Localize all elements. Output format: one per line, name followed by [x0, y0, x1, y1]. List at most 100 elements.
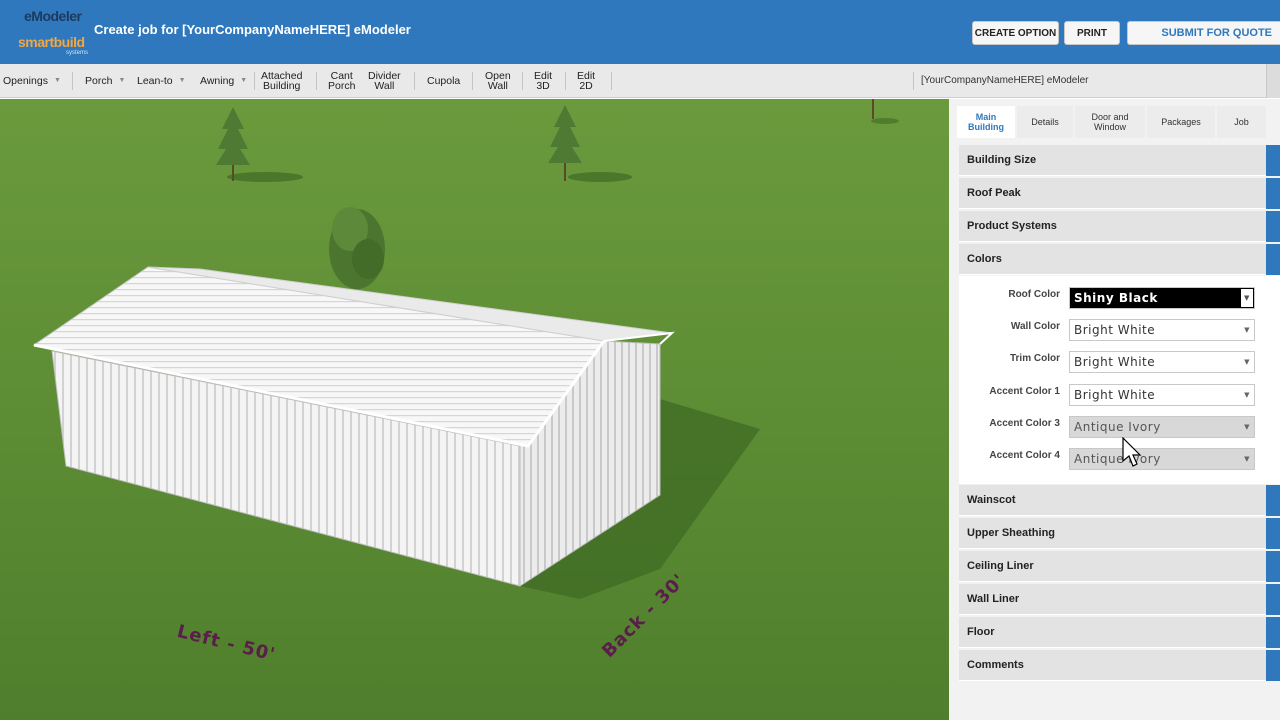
section-expand-bar[interactable]: [1266, 178, 1280, 209]
toolbar-porch[interactable]: Porch ▼: [85, 64, 125, 98]
section-expand-bar[interactable]: [1266, 650, 1280, 681]
accent-color-1-select[interactable]: Bright White ▼: [1069, 384, 1255, 406]
logo-text-smartbuild: smartbuild: [18, 34, 85, 50]
create-option-button[interactable]: CREATE OPTION: [972, 21, 1059, 45]
toolbar-cupola-label: Cupola: [427, 75, 461, 87]
trim-color-value: Bright White: [1074, 355, 1156, 369]
logo-text-systems: systems: [66, 50, 89, 56]
divider: [913, 72, 914, 90]
section-ceiling-liner[interactable]: Ceiling Liner: [959, 551, 1266, 582]
options-tabs: Main Building Details Door and Window Pack…: [957, 106, 1266, 138]
section-building-size[interactable]: Building Size: [959, 145, 1266, 176]
divider: [254, 72, 255, 90]
section-wall-liner[interactable]: Wall Liner: [959, 584, 1266, 615]
mouse-cursor-icon: [1122, 437, 1142, 467]
roof-color-value: Shiny Black: [1074, 291, 1158, 305]
tab-details-label: Details: [1031, 117, 1059, 127]
toolbar-divider-wall[interactable]: Divider Wall: [368, 64, 401, 98]
toolbar-awning[interactable]: Awning ▼: [200, 64, 247, 98]
toolbar-porch-label: Porch: [85, 75, 113, 87]
wall-color-value: Bright White: [1074, 323, 1156, 337]
divider: [316, 72, 317, 90]
tab-main-building-line1: Main: [975, 112, 997, 122]
toolbar-lean-to-label: Lean-to: [137, 75, 173, 87]
toolbar-open-wall-line2: Wall: [487, 80, 508, 92]
section-expand-bar[interactable]: [1266, 518, 1280, 549]
wall-color-select[interactable]: Bright White ▼: [1069, 319, 1255, 341]
chevron-down-icon: ▼: [240, 77, 248, 84]
trim-color-label: Trim Color: [1009, 353, 1060, 364]
section-product-systems[interactable]: Product Systems: [959, 211, 1266, 242]
accent-color-3-select[interactable]: Antique Ivory ▼: [1069, 416, 1255, 438]
tab-job[interactable]: Job: [1217, 106, 1266, 138]
trim-color-select[interactable]: Bright White ▼: [1069, 351, 1255, 373]
accent-color-3-label: Accent Color 3: [989, 418, 1060, 429]
section-upper-sheathing[interactable]: Upper Sheathing: [959, 518, 1266, 549]
chevron-down-icon: ▼: [53, 77, 61, 84]
section-expand-bar[interactable]: [1266, 211, 1280, 242]
section-comments[interactable]: Comments: [959, 650, 1266, 681]
3d-viewport[interactable]: Left - 50' Back - 30': [0, 99, 949, 720]
tab-door-window-line2: Window: [1093, 122, 1126, 132]
section-expand-bar[interactable]: [1266, 145, 1280, 176]
divider: [611, 72, 612, 90]
wall-color-label: Wall Color: [1010, 321, 1060, 332]
toolbar-awning-label: Awning: [200, 75, 235, 87]
chevron-down-icon: ▼: [1244, 358, 1250, 366]
divider: [565, 72, 566, 90]
toolbar-cant-porch[interactable]: Cant Porch: [328, 64, 355, 98]
toolbar-edit-2d-line2: 2D: [579, 80, 593, 92]
page-title: Create job for [YourCompanyNameHERE] eMo…: [94, 22, 411, 37]
section-expand-bar[interactable]: [1266, 485, 1280, 516]
tab-main-building-line2: Building: [968, 122, 1004, 132]
tab-door-and-window[interactable]: Door and Window: [1075, 106, 1145, 138]
chevron-down-icon: ▼: [1244, 391, 1250, 399]
section-roof-peak[interactable]: Roof Peak: [959, 178, 1266, 209]
toolbar-scrollbar[interactable]: [1266, 64, 1280, 98]
toolbar-cant-porch-line2: Porch: [328, 80, 356, 92]
divider: [472, 72, 473, 90]
chevron-down-icon: ▼: [118, 77, 126, 84]
toolbar-lean-to[interactable]: Lean-to ▼: [137, 64, 186, 98]
toolbar-cupola[interactable]: Cupola: [427, 64, 460, 98]
section-expand-bar[interactable]: [1266, 584, 1280, 615]
roof-color-select[interactable]: Shiny Black ▼: [1069, 287, 1255, 309]
divider: [72, 72, 73, 90]
accent-color-4-label: Accent Color 4: [989, 450, 1060, 461]
toolbar-edit-2d[interactable]: Edit 2D: [577, 64, 595, 98]
toolbar-open-wall[interactable]: Open Wall: [485, 64, 511, 98]
tab-door-window-line1: Door and: [1091, 112, 1129, 122]
3d-scene: [0, 99, 949, 720]
toolbar-edit-3d[interactable]: Edit 3D: [534, 64, 552, 98]
app-header: eModeler smartbuild systems Create job f…: [0, 0, 1280, 64]
chevron-down-icon: ▼: [178, 77, 186, 84]
tab-details[interactable]: Details: [1017, 106, 1073, 138]
submit-for-quote-button[interactable]: SUBMIT FOR QUOTE: [1127, 21, 1280, 45]
accent-color-3-value: Antique Ivory: [1074, 420, 1161, 434]
tab-job-label: Job: [1234, 117, 1249, 127]
accent-color-1-label: Accent Color 1: [989, 386, 1060, 397]
toolbar-attached-building-line2: Building: [263, 80, 301, 92]
roof-color-label: Roof Color: [1008, 289, 1060, 300]
section-expand-bar[interactable]: [1266, 617, 1280, 648]
section-expand-bar[interactable]: [1266, 244, 1280, 275]
toolbar-divider-wall-line2: Wall: [374, 80, 395, 92]
toolbar-openings-label: Openings: [3, 75, 48, 87]
tab-packages-label: Packages: [1161, 117, 1201, 127]
accent-color-4-select[interactable]: Antique Ivory ▼: [1069, 448, 1255, 470]
section-expand-bar[interactable]: [1266, 551, 1280, 582]
company-model-label: [YourCompanyNameHERE] eModeler: [921, 75, 1089, 86]
toolbar-attached-building[interactable]: Attached Building: [261, 64, 302, 98]
tab-main-building[interactable]: Main Building: [957, 106, 1015, 138]
logo-text-emodeler: eModeler: [24, 8, 82, 24]
section-floor[interactable]: Floor: [959, 617, 1266, 648]
accent-color-4-value: Antique Ivory: [1074, 452, 1161, 466]
toolbar-openings[interactable]: Openings ▼: [3, 64, 61, 98]
chevron-down-icon: ▼: [1244, 326, 1250, 334]
tab-packages[interactable]: Packages: [1147, 106, 1215, 138]
section-wainscot[interactable]: Wainscot: [959, 485, 1266, 516]
print-button[interactable]: PRINT: [1064, 21, 1120, 45]
chevron-down-icon: ▼: [1244, 423, 1250, 431]
section-colors[interactable]: Colors: [959, 244, 1266, 275]
building-toolbar: Openings ▼ Porch ▼ Lean-to ▼ Awning ▼ Attach…: [0, 64, 1280, 98]
